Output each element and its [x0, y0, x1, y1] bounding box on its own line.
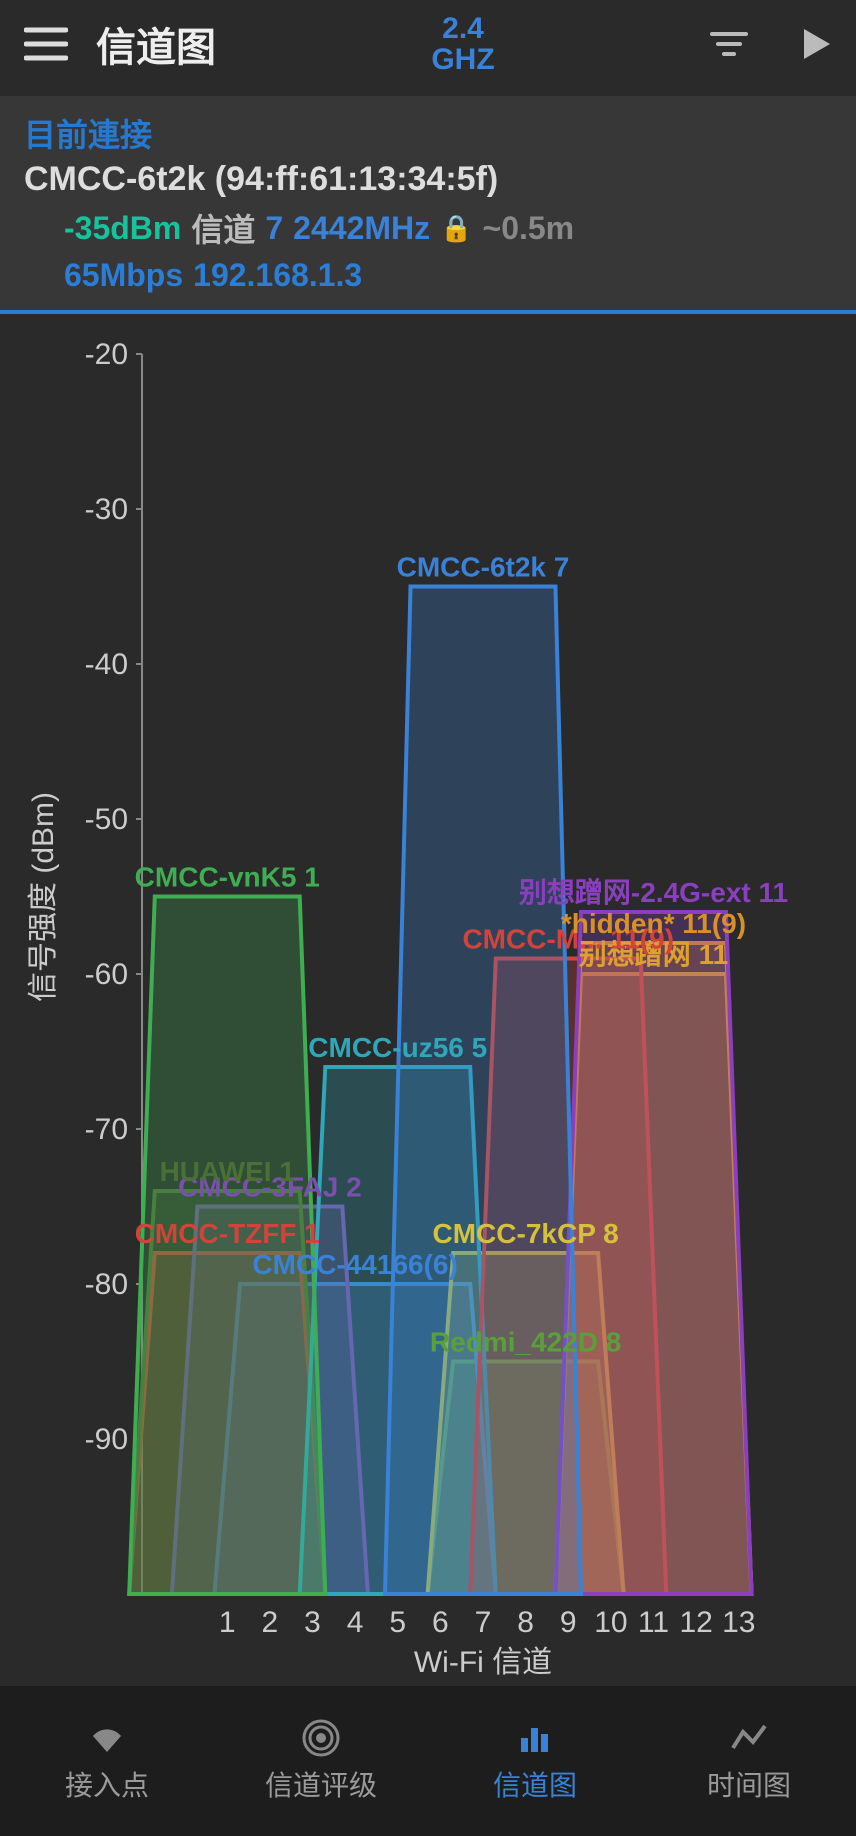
svg-text:HUAWEI 1: HUAWEI 1: [160, 1156, 295, 1187]
svg-text:7: 7: [475, 1606, 492, 1639]
channel-label: 信道: [191, 205, 255, 251]
distance: ~0.5m: [483, 210, 575, 247]
svg-text:6: 6: [432, 1606, 449, 1639]
svg-text:*hidden* 11(9): *hidden* 11(9): [561, 908, 746, 939]
nav-label: 接入点: [65, 1764, 149, 1804]
svg-text:9: 9: [560, 1606, 577, 1639]
svg-text:CMCC-uz56 5: CMCC-uz56 5: [308, 1032, 487, 1063]
nav-graph[interactable]: 信道图: [428, 1686, 642, 1836]
nav-time[interactable]: 时间图: [642, 1686, 856, 1836]
svg-text:-40: -40: [85, 648, 128, 681]
nav-label: 时间图: [707, 1764, 791, 1804]
svg-text:3: 3: [304, 1606, 321, 1639]
svg-text:CMCC-vnK5 1: CMCC-vnK5 1: [135, 862, 320, 893]
link-speed: 65Mbps: [64, 257, 183, 294]
svg-text:Redmi_422D 8: Redmi_422D 8: [430, 1327, 621, 1358]
svg-text:CMCC-TZFF 1: CMCC-TZFF 1: [135, 1218, 320, 1249]
signal-strength: -35dBm: [64, 210, 181, 247]
svg-text:-60: -60: [85, 958, 128, 991]
filter-icon[interactable]: [710, 30, 748, 58]
svg-text:8: 8: [517, 1606, 534, 1639]
svg-text:-70: -70: [85, 1113, 128, 1146]
svg-text:CMCC-6t2k 7: CMCC-6t2k 7: [397, 552, 570, 583]
play-icon[interactable]: [802, 27, 832, 61]
svg-text:-90: -90: [85, 1423, 128, 1456]
svg-text:-80: -80: [85, 1268, 128, 1301]
svg-text:10: 10: [594, 1606, 627, 1639]
menu-icon[interactable]: [24, 27, 68, 61]
svg-text:2: 2: [262, 1606, 279, 1639]
svg-text:-50: -50: [85, 803, 128, 836]
current-connection-panel[interactable]: 目前連接 CMCC-6t2k (94:ff:61:13:34:5f) -35dB…: [0, 96, 856, 314]
svg-text:CMCC-7kCP 8: CMCC-7kCP 8: [433, 1218, 619, 1249]
nav-label: 信道评级: [265, 1764, 377, 1804]
svg-text:-20: -20: [85, 338, 128, 371]
page-title: 信道图: [96, 15, 216, 73]
band-value: 2.4: [431, 13, 494, 45]
svg-text:CMCC-44166(6): CMCC-44166(6): [252, 1249, 457, 1280]
svg-text:-30: -30: [85, 493, 128, 526]
channel-number: 7: [265, 210, 283, 247]
svg-text:Wi-Fi 信道: Wi-Fi 信道: [414, 1646, 552, 1679]
band-selector[interactable]: 2.4 GHZ: [431, 13, 494, 76]
lock-icon: 🔒: [440, 213, 472, 244]
svg-text:4: 4: [347, 1606, 364, 1639]
chart-svg: -20-30-40-50-60-70-80-901234567891011121…: [12, 334, 844, 1714]
channel-chart: -20-30-40-50-60-70-80-901234567891011121…: [12, 334, 844, 1714]
nav-rating[interactable]: 信道评级: [214, 1686, 428, 1836]
svg-text:12: 12: [679, 1606, 712, 1639]
svg-text:1: 1: [219, 1606, 236, 1639]
svg-text:5: 5: [389, 1606, 406, 1639]
band-unit: GHZ: [431, 44, 494, 76]
nav-label: 信道图: [493, 1764, 577, 1804]
svg-text:13: 13: [722, 1606, 755, 1639]
top-bar: 信道图 2.4 GHZ: [0, 0, 856, 88]
svg-text:别想蹭网-2.4G-ext 11: 别想蹭网-2.4G-ext 11: [519, 876, 788, 908]
y-axis-title: 信号强度 (dBm): [18, 792, 62, 1002]
ip-address: 192.168.1.3: [193, 257, 362, 294]
nav-ap[interactable]: 接入点: [0, 1686, 214, 1836]
connection-ssid: CMCC-6t2k (94:ff:61:13:34:5f): [24, 160, 832, 199]
connection-heading: 目前連接: [24, 110, 832, 156]
bottom-nav: 接入点 信道评级 信道图 时间图: [0, 1686, 856, 1836]
frequency: 2442MHz: [293, 210, 430, 247]
svg-text:11: 11: [638, 1606, 669, 1639]
